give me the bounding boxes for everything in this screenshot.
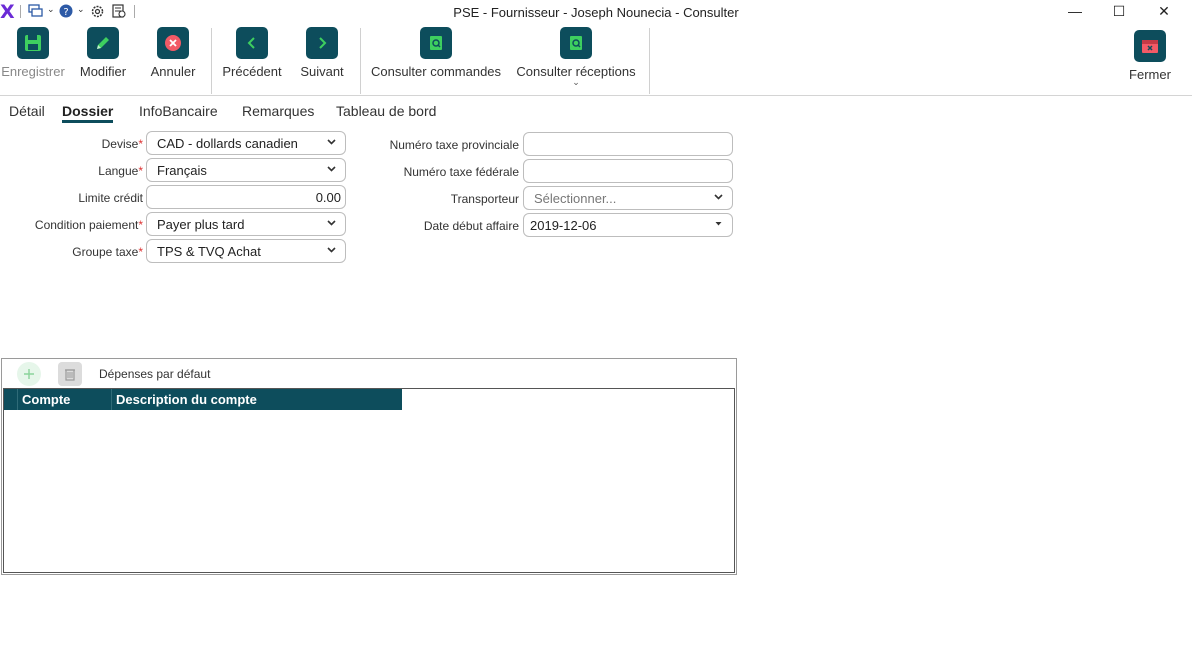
langue-label: Langue* <box>98 164 143 178</box>
save-label: Enregistrer <box>1 64 65 79</box>
tab-tableau-de-bord[interactable]: Tableau de bord <box>336 103 436 119</box>
delete-row-button[interactable] <box>58 362 82 386</box>
chevron-down-icon <box>326 136 337 150</box>
edit-button[interactable]: Modifier <box>76 27 130 79</box>
caret-down-icon <box>713 218 724 232</box>
condition-paiement-label: Condition paiement* <box>35 218 143 232</box>
cancel-icon <box>157 27 189 59</box>
chevron-down-icon <box>326 163 337 177</box>
condition-paiement-label-text: Condition paiement <box>34 218 139 232</box>
no-taxe-provinciale-input[interactable] <box>523 132 733 156</box>
chevron-right-icon <box>306 27 338 59</box>
close-button[interactable]: Fermer <box>1126 30 1174 82</box>
next-label: Suivant <box>300 64 344 79</box>
langue-value: Français <box>157 162 207 178</box>
required-marker: * <box>138 218 143 232</box>
devise-value: CAD - dollards canadien <box>157 135 298 151</box>
date-debut-affaire-label: Date début affaire <box>423 219 519 233</box>
groupe-taxe-label: Groupe taxe* <box>72 245 143 259</box>
expenses-grid[interactable]: Compte Description du compte <box>3 388 735 573</box>
pencil-icon <box>87 27 119 59</box>
save-button[interactable]: Enregistrer <box>1 27 65 79</box>
chevron-down-icon <box>326 217 337 231</box>
document-search-icon <box>420 27 452 59</box>
limite-credit-input[interactable]: 0.00 <box>146 185 346 209</box>
column-header-description[interactable]: Description du compte <box>111 389 402 410</box>
save-icon <box>17 27 49 59</box>
plus-icon <box>24 369 34 379</box>
expenses-title: Dépenses par défaut <box>99 367 211 381</box>
toolbar-divider <box>360 28 361 94</box>
required-marker: * <box>138 137 143 151</box>
chevron-down-icon[interactable]: ⌄ <box>572 78 580 87</box>
no-taxe-provinciale-label: Numéro taxe provinciale <box>389 138 519 152</box>
chevron-left-icon <box>236 27 268 59</box>
transporteur-label: Transporteur <box>450 192 519 206</box>
view-receptions-button[interactable]: Consulter réceptions ⌄ <box>514 27 638 87</box>
tab-dossier[interactable]: Dossier <box>62 103 114 123</box>
view-orders-label: Consulter commandes <box>370 64 502 79</box>
previous-label: Précédent <box>222 64 282 79</box>
date-debut-affaire-value: 2019-12-06 <box>530 217 597 233</box>
default-expenses-panel: Dépenses par défaut Compte Description d… <box>1 358 737 575</box>
maximize-button[interactable]: ☐ <box>1096 0 1142 22</box>
close-label: Fermer <box>1129 67 1171 82</box>
next-button[interactable]: Suivant <box>298 27 346 79</box>
grid-header: Compte Description du compte <box>4 389 402 410</box>
devise-label: Devise* <box>102 137 143 151</box>
toolbar-divider <box>649 28 650 94</box>
no-taxe-federale-label: Numéro taxe fédérale <box>403 165 519 179</box>
row-selector-header <box>4 389 17 410</box>
cancel-button[interactable]: Annuler <box>149 27 197 79</box>
devise-select[interactable]: CAD - dollards canadien <box>146 131 346 155</box>
close-window-icon <box>1134 30 1166 62</box>
groupe-taxe-label-text: Groupe taxe <box>72 245 139 259</box>
window-title: PSE - Fournisseur - Joseph Nounecia - Co… <box>453 5 739 20</box>
ribbon-toolbar: Enregistrer Modifier Annuler Précédent S… <box>0 24 1192 96</box>
add-row-button[interactable] <box>17 362 41 386</box>
limite-credit-value: 0.00 <box>315 189 341 205</box>
limite-credit-label: Limite crédit <box>78 191 143 205</box>
date-debut-affaire-picker[interactable]: 2019-12-06 <box>523 213 733 237</box>
toolbar-divider <box>211 28 212 94</box>
transporteur-placeholder: Sélectionner... <box>534 190 617 206</box>
chevron-down-icon <box>326 244 337 258</box>
chevron-down-icon <box>713 191 724 205</box>
previous-button[interactable]: Précédent <box>221 27 283 79</box>
tab-detail[interactable]: Détail <box>9 103 45 119</box>
required-marker: * <box>138 164 143 178</box>
column-header-compte[interactable]: Compte <box>17 389 111 410</box>
required-marker: * <box>138 245 143 259</box>
no-taxe-federale-input[interactable] <box>523 159 733 183</box>
edit-label: Modifier <box>79 64 127 79</box>
devise-label-text: Devise <box>101 137 139 151</box>
groupe-taxe-value: TPS & TVQ Achat <box>157 243 261 259</box>
langue-select[interactable]: Français <box>146 158 346 182</box>
groupe-taxe-select[interactable]: TPS & TVQ Achat <box>146 239 346 263</box>
view-orders-button[interactable]: Consulter commandes <box>370 27 502 79</box>
condition-paiement-value: Payer plus tard <box>157 216 245 232</box>
condition-paiement-select[interactable]: Payer plus tard <box>146 212 346 236</box>
transporteur-select[interactable]: Sélectionner... <box>523 186 733 210</box>
minimize-button[interactable]: — <box>1052 0 1098 22</box>
cancel-label: Annuler <box>150 64 196 79</box>
title-bar: X ⌄ ? ⌄ PSE - Fournisseur - Joseph Noune… <box>0 0 1192 24</box>
langue-label-text: Langue <box>98 164 139 178</box>
tab-infobancaire[interactable]: InfoBancaire <box>139 103 218 119</box>
document-search-icon <box>560 27 592 59</box>
close-window-button[interactable]: ✕ <box>1141 0 1187 22</box>
tab-remarques[interactable]: Remarques <box>242 103 314 119</box>
trash-icon <box>65 369 75 381</box>
